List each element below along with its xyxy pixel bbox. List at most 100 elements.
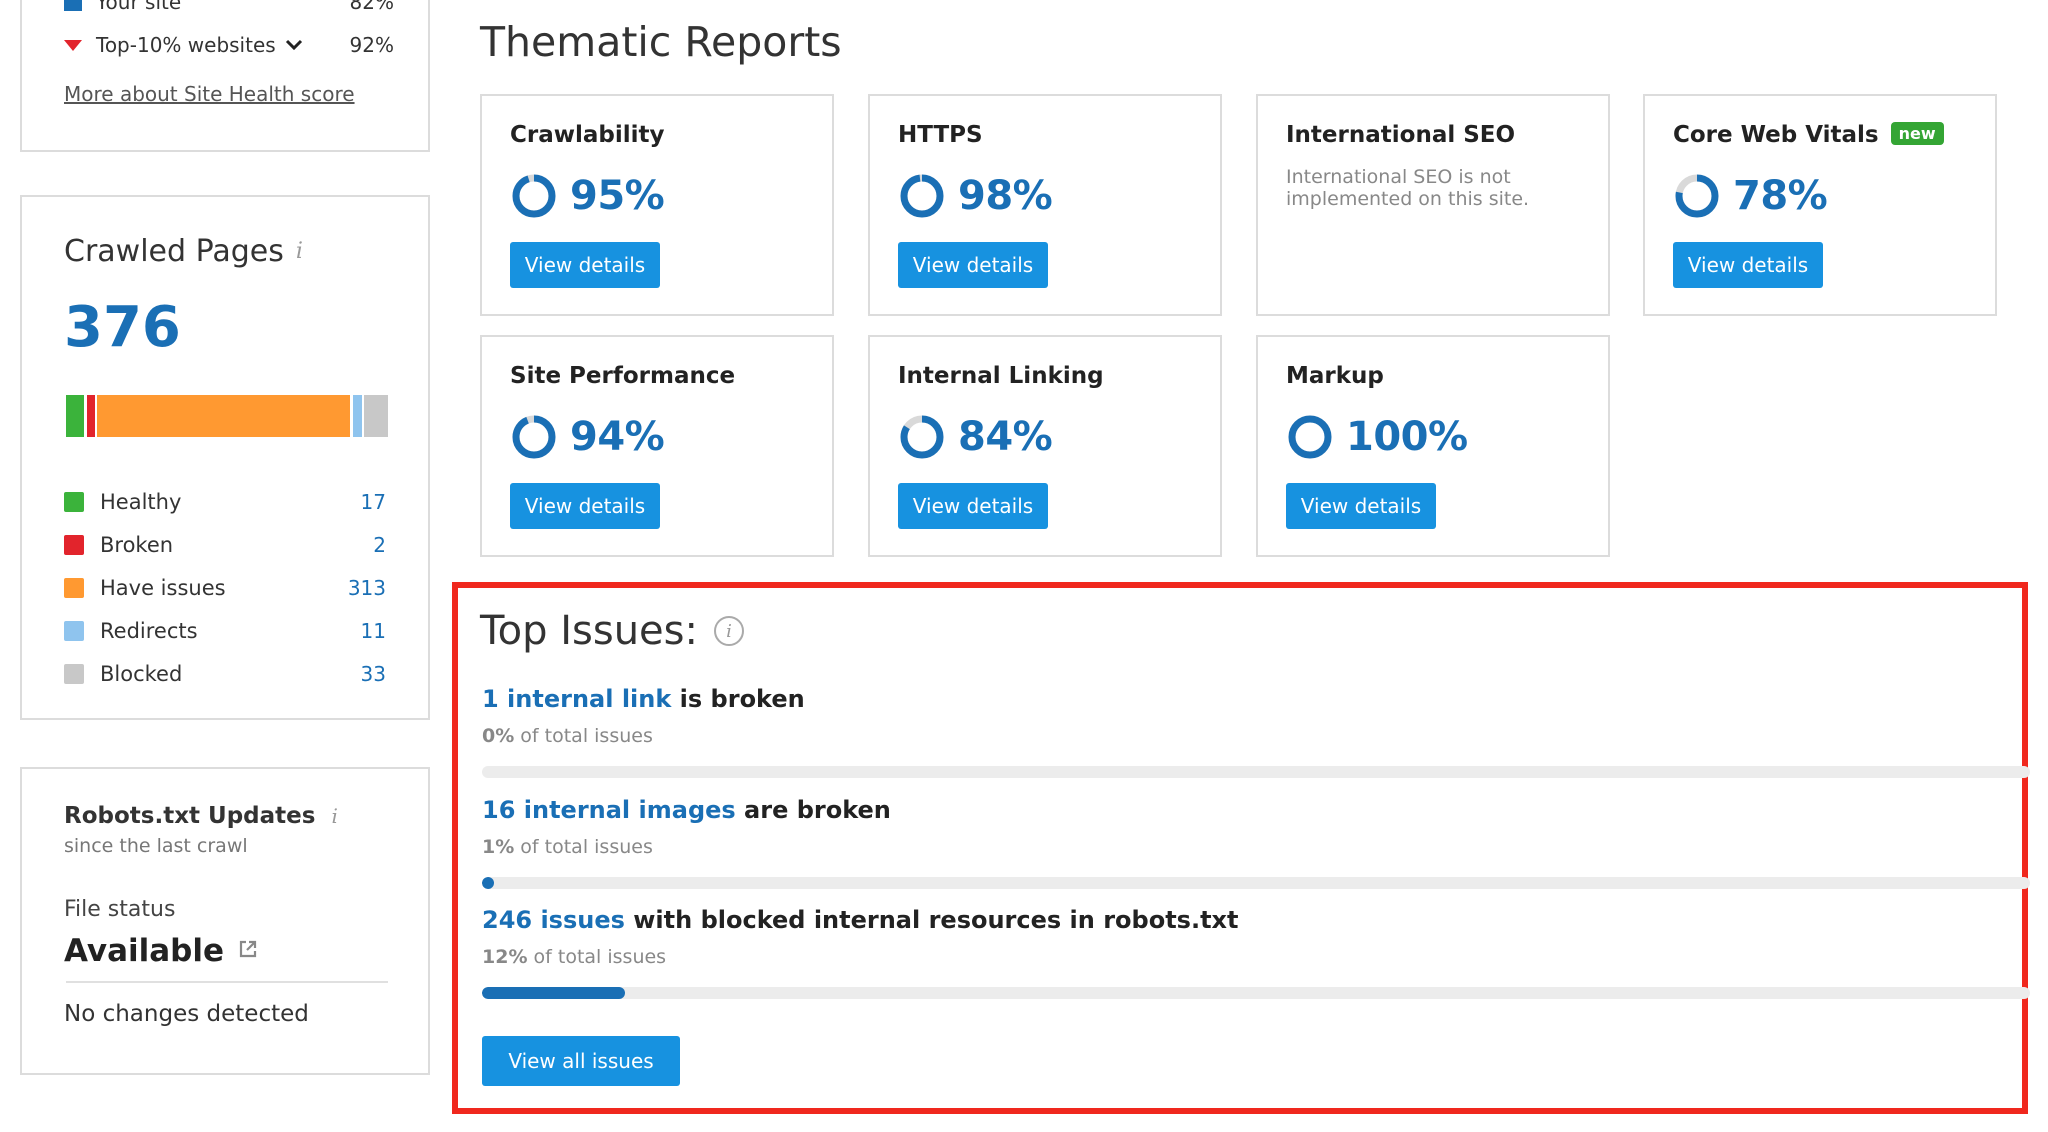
issue-description: are broken (735, 796, 891, 824)
issue-share-percent: 0% (482, 725, 515, 747)
report-percent: 95% (570, 173, 665, 219)
report-title[interactable]: Markup (1286, 363, 1384, 389)
thematic-reports-title: Thematic Reports (480, 18, 842, 66)
file-status-value: Available (64, 933, 225, 969)
issue-title: 16 internal images are broken (482, 796, 891, 824)
report-title[interactable]: Internal Linking (898, 363, 1104, 389)
bar-segment-broken (87, 395, 95, 437)
file-status-row: Available (64, 933, 258, 969)
site-health-card: Your site 82% Top-10% websites 92% More … (20, 0, 430, 152)
legend-label: Healthy (100, 490, 182, 514)
report-card-international-seo: International SEO International SEO is no… (1256, 94, 1610, 316)
bar-segment-redirects (353, 395, 362, 437)
crawled-pages-total: 376 (64, 295, 181, 360)
report-title[interactable]: Crawlability (510, 122, 665, 148)
info-icon[interactable]: i (713, 616, 744, 646)
view-details-button[interactable]: View details (898, 242, 1048, 288)
view-details-button[interactable]: View details (510, 483, 660, 529)
legend-count[interactable]: 2 (373, 533, 386, 557)
report-card-internal-linking: Internal Linking 84% View details (868, 335, 1222, 557)
view-details-button[interactable]: View details (510, 242, 660, 288)
top-issues-title-row: Top Issues: i (480, 608, 744, 654)
top-issues-title: Top Issues: (480, 608, 698, 654)
issue-link[interactable]: 16 internal images (482, 796, 736, 824)
triangle-down-icon (64, 39, 82, 51)
report-score: 100% (1286, 411, 1468, 463)
legend-count[interactable]: 11 (361, 619, 386, 643)
top-issues-highlight (452, 582, 2028, 1114)
bar-segment-healthy (66, 395, 84, 437)
divider (66, 981, 388, 983)
info-icon[interactable]: i (331, 804, 337, 828)
legend-item-redirects[interactable]: Redirects 11 (64, 616, 386, 646)
your-site-swatch (64, 0, 82, 11)
more-site-health-link[interactable]: More about Site Health score (64, 82, 355, 106)
bar-segment-blocked (364, 395, 388, 437)
issue-progress-fill (482, 877, 494, 889)
chevron-down-icon[interactable] (284, 33, 304, 57)
report-card-https: HTTPS 98% View details (868, 94, 1222, 316)
report-message: International SEO is not implemented on … (1286, 166, 1530, 210)
report-title[interactable]: HTTPS (898, 122, 983, 148)
legend-count[interactable]: 313 (348, 576, 386, 600)
issue-link[interactable]: 1 internal link (482, 685, 671, 713)
issue-description: with blocked internal resources in robot… (624, 906, 1239, 934)
crawled-pages-bar (66, 395, 388, 437)
file-status-label: File status (64, 897, 176, 922)
issue-description: is broken (671, 685, 805, 713)
report-card-crawlability: Crawlability 95% View details (480, 94, 834, 316)
score-donut-icon (1675, 174, 1719, 218)
issue-share-suffix: of total issues (514, 836, 653, 858)
report-card-core-web-vitals: Core Web Vitals new 78% View details (1643, 94, 1997, 316)
report-percent: 100% (1346, 414, 1468, 460)
robots-changes: No changes detected (64, 1001, 309, 1027)
report-score: 95% (510, 170, 665, 222)
legend-count[interactable]: 33 (361, 662, 386, 686)
legend-swatch (64, 621, 84, 641)
top10-value: 92% (349, 33, 394, 57)
report-title[interactable]: International SEO (1286, 122, 1515, 148)
legend-item-have-issues[interactable]: Have issues 313 (64, 573, 386, 603)
legend-count[interactable]: 17 (361, 490, 386, 514)
report-title[interactable]: Site Performance (510, 363, 735, 389)
report-percent: 98% (958, 173, 1053, 219)
legend-label: Blocked (100, 662, 183, 686)
view-details-button[interactable]: View details (898, 483, 1048, 529)
robots-subtitle: since the last crawl (64, 835, 248, 857)
view-details-button[interactable]: View details (1673, 242, 1823, 288)
report-score: 98% (898, 170, 1053, 222)
your-site-value: 82% (349, 0, 394, 14)
legend-item-blocked[interactable]: Blocked 33 (64, 659, 386, 689)
issue-link[interactable]: 246 issues (482, 906, 625, 934)
your-site-row: Your site 82% (64, 0, 394, 14)
legend-item-broken[interactable]: Broken 2 (64, 530, 386, 560)
report-percent: 84% (958, 414, 1053, 460)
external-link-icon[interactable] (238, 939, 258, 963)
info-icon[interactable]: i (296, 239, 303, 264)
report-percent: 94% (570, 414, 665, 460)
score-donut-icon (1288, 415, 1332, 459)
report-score: 94% (510, 411, 665, 463)
crawled-pages-title: Crawled Pages (64, 233, 284, 269)
legend-label: Have issues (100, 576, 226, 600)
issue-share: 12% of total issues (482, 946, 666, 968)
legend-swatch (64, 535, 84, 555)
view-all-issues-button[interactable]: View all issues (482, 1036, 680, 1086)
issue-title: 1 internal link is broken (482, 685, 805, 713)
report-score: 84% (898, 411, 1053, 463)
your-site-label: Your site (96, 0, 182, 14)
score-donut-icon (900, 415, 944, 459)
legend-label: Broken (100, 533, 174, 557)
view-details-button[interactable]: View details (1286, 483, 1436, 529)
report-title[interactable]: Core Web Vitals new (1673, 122, 1944, 148)
issue-share-percent: 12% (482, 946, 528, 968)
crawled-pages-title-row: Crawled Pages i (64, 231, 303, 271)
score-donut-icon (900, 174, 944, 218)
score-donut-icon (512, 174, 556, 218)
issue-share-percent: 1% (482, 836, 515, 858)
new-badge: new (1890, 122, 1944, 145)
bar-segment-have-issues (97, 395, 350, 437)
legend-swatch (64, 664, 84, 684)
issue-share-suffix: of total issues (527, 946, 667, 968)
legend-item-healthy[interactable]: Healthy 17 (64, 487, 386, 517)
